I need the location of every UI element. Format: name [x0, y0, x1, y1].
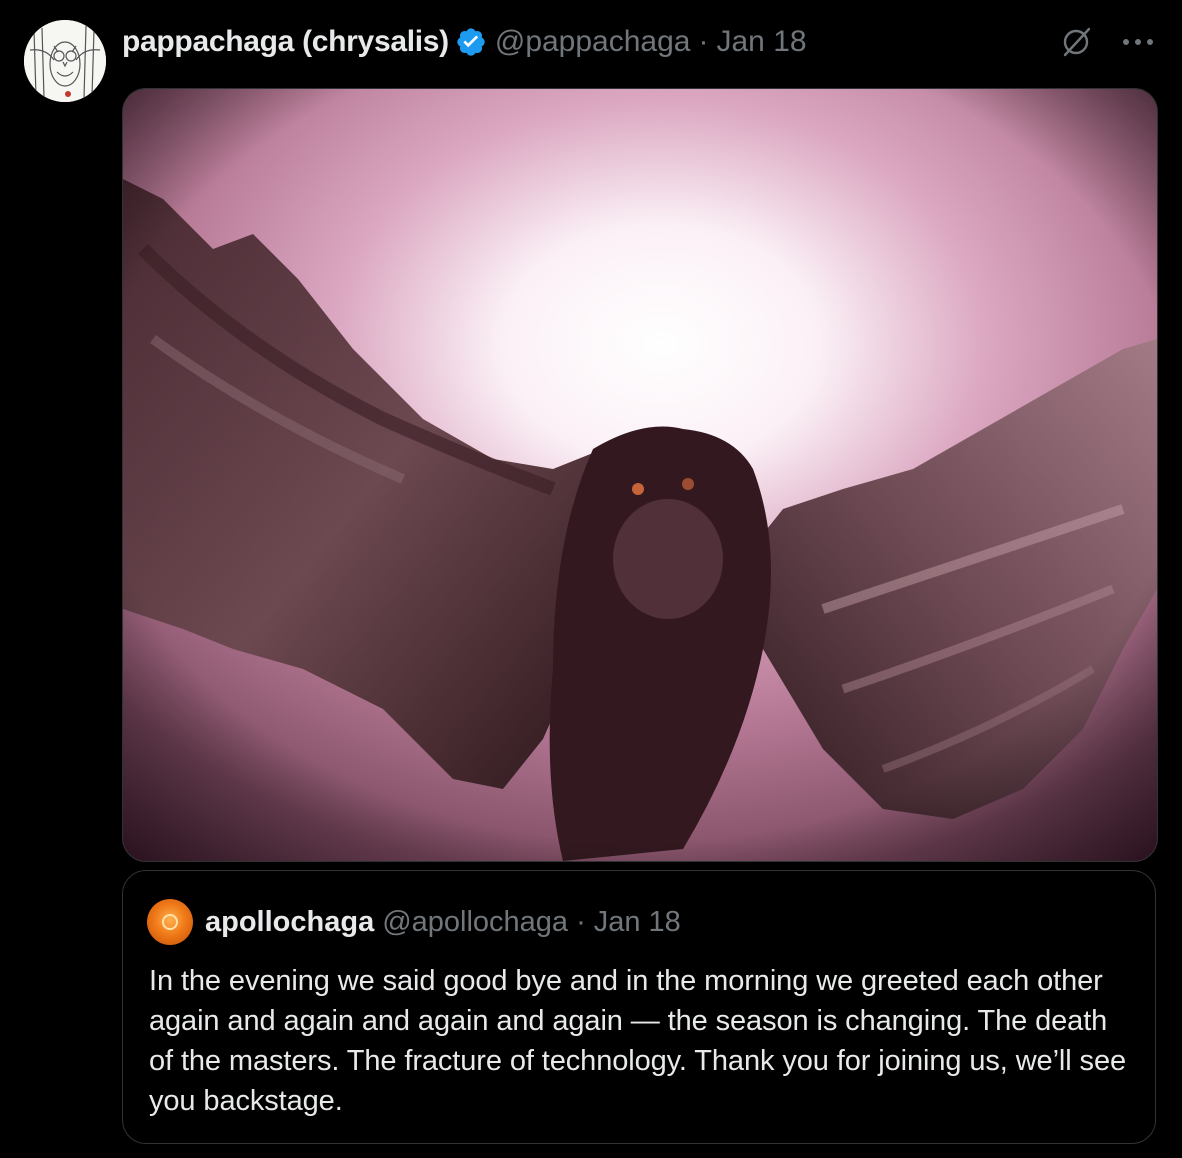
separator-dot: ·	[698, 25, 709, 58]
author-handle[interactable]: @pappachaga	[495, 25, 691, 59]
quoted-tweet-text: In the evening we said good bye and in t…	[149, 965, 1127, 1117]
tweet-date[interactable]: Jan 18	[716, 25, 806, 59]
owl-photo	[123, 89, 1157, 861]
owl-sketch-avatar-image	[24, 20, 106, 102]
tweet[interactable]: pappachaga (chrysalis) @pappachaga · Jan…	[0, 0, 1182, 1158]
quoted-tweet[interactable]: apollochaga @apollochaga · Jan 18 In the…	[122, 870, 1156, 1144]
quoted-author-handle[interactable]: @apollochaga	[382, 906, 568, 939]
verified-badge-icon[interactable]	[455, 26, 487, 58]
author-avatar[interactable]	[24, 20, 106, 102]
author-display-name[interactable]: pappachaga (chrysalis)	[122, 25, 449, 59]
more-dots-icon[interactable]	[1120, 24, 1156, 60]
tweet-header: pappachaga (chrysalis) @pappachaga · Jan…	[122, 22, 807, 62]
quoted-author-display-name[interactable]: apollochaga	[205, 906, 374, 939]
quoted-tweet-header: apollochaga @apollochaga · Jan 18	[147, 899, 681, 945]
quoted-tweet-date[interactable]: Jan 18	[594, 906, 681, 939]
tweet-actions-top	[1058, 24, 1156, 60]
tweet-media[interactable]	[122, 88, 1158, 862]
grok-slash-icon[interactable]	[1058, 24, 1094, 60]
quoted-separator-dot: ·	[576, 905, 586, 938]
sun-ring-icon	[162, 914, 178, 930]
quoted-author-avatar[interactable]	[147, 899, 193, 945]
